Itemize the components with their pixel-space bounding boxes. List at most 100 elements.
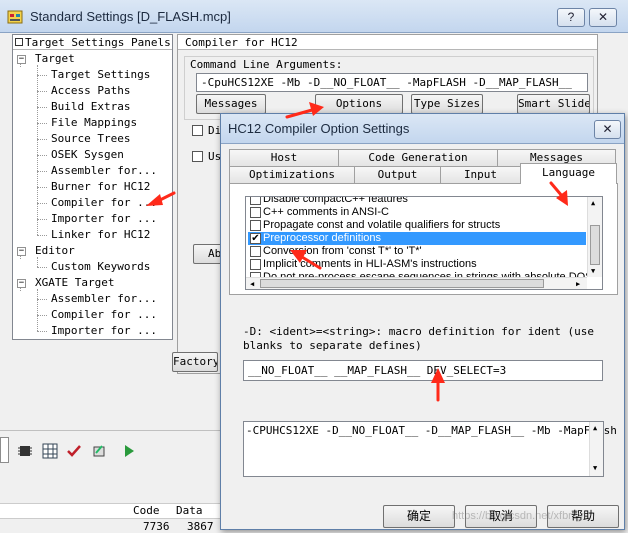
disable-checkbox[interactable] — [192, 125, 203, 136]
project-tab-left — [0, 437, 9, 463]
option-row[interactable]: Conversion from 'const T*' to 'T*' — [248, 245, 586, 258]
target-settings-tree[interactable]: Target Settings Panels − Target Target Set… — [12, 34, 173, 340]
tab-output-label: Output — [377, 168, 418, 181]
option-label: Conversion from 'const T*' to 'T*' — [263, 245, 422, 257]
tab-input[interactable]: Input — [440, 166, 521, 183]
tree-item[interactable]: Compiler for ... — [51, 195, 157, 211]
use-checkbox[interactable] — [192, 151, 203, 162]
tree-item[interactable]: Custom Keywords — [51, 259, 150, 275]
dialog-cmdline-text: -CPUHCS12XE -D__NO_FLOAT__ -D__MAP_FLASH… — [246, 424, 617, 437]
cmdline-label: Command Line Arguments: — [190, 58, 343, 71]
ok-button[interactable]: 确定 — [383, 505, 455, 528]
tab-output[interactable]: Output — [354, 166, 441, 183]
type-sizes-button[interactable]: Type Sizes — [411, 94, 483, 114]
option-row[interactable]: Propagate const and volatile qualifiers … — [248, 219, 586, 232]
tree-item[interactable]: Source Trees — [51, 131, 130, 147]
cmdline-field[interactable]: -CpuHCS12XE -Mb -D__NO_FLOAT__ -MapFLASH… — [196, 73, 588, 92]
main-window-title: Standard Settings [D_FLASH.mcp] — [30, 9, 231, 24]
debug-icon[interactable] — [92, 443, 108, 459]
tree-expander-icon[interactable]: − — [17, 279, 26, 288]
option-checkbox[interactable] — [250, 259, 261, 270]
tree-group-label: Editor — [35, 244, 75, 257]
option-row[interactable]: Implicit comments in HLI-ASM's instructi… — [248, 258, 586, 271]
tree-connector — [37, 187, 47, 188]
grid-icon[interactable] — [42, 443, 58, 459]
tree-item[interactable]: Target Settings — [51, 67, 150, 83]
vertical-scrollbar[interactable]: ▲ ▼ — [587, 197, 602, 277]
chip-icon[interactable] — [17, 443, 33, 459]
option-row[interactable]: C++ comments in ANSI-C — [248, 206, 586, 219]
smart-sliders-button[interactable]: Smart Sliders — [517, 94, 590, 114]
tree-item[interactable]: Assembler for... — [51, 291, 157, 307]
tab-input-label: Input — [463, 168, 498, 181]
defines-input[interactable]: __NO_FLOAT__ __MAP_FLASH__ DEV_SELECT=3 — [243, 360, 603, 381]
tree-item[interactable]: File Mappings — [51, 115, 137, 131]
dialog-title: HC12 Compiler Option Settings — [228, 121, 410, 136]
scroll-up-arrow[interactable]: ▲ — [591, 199, 595, 207]
main-window-titlebar: Standard Settings [D_FLASH.mcp] ? ✕ — [0, 0, 628, 33]
tree-connector — [37, 75, 47, 76]
check-icon[interactable] — [66, 443, 82, 459]
factory-settings-button[interactable]: Factory — [172, 352, 218, 372]
cmdline-scrollbar[interactable]: ▲ ▼ — [589, 422, 603, 476]
tree-item[interactable]: Importer for ... — [51, 323, 157, 339]
options-button[interactable]: Options — [315, 94, 403, 114]
tab-code-generation-label: Code Generation — [368, 151, 468, 164]
tree-expander-icon[interactable]: − — [17, 247, 26, 256]
tree-item[interactable]: Compiler for ... — [51, 307, 157, 323]
tree-item[interactable]: Burner for HC12 — [51, 179, 150, 195]
language-options-list[interactable]: Disable compactC++ features C++ comments … — [245, 196, 603, 290]
tree-item[interactable]: Build Extras — [51, 99, 130, 115]
col-data-value: 3867 — [187, 520, 214, 533]
option-label: Implicit comments in HLI-ASM's instructi… — [263, 258, 477, 270]
tree-item[interactable]: Linker for HC12 — [51, 227, 150, 243]
option-label: Propagate const and volatile qualifiers … — [263, 219, 501, 231]
cmdline-scroll-down[interactable]: ▼ — [593, 464, 597, 472]
tree-item[interactable]: OSEK Sysgen — [51, 147, 124, 163]
tree-header-box — [15, 38, 23, 46]
tab-host[interactable]: Host — [229, 149, 339, 166]
horizontal-scrollbar[interactable]: ◀ ▶ — [246, 277, 587, 289]
option-checkbox[interactable]: ✔ — [250, 233, 261, 244]
tab-language[interactable]: Language — [520, 163, 617, 184]
tree-header: Target Settings Panels — [13, 35, 172, 50]
tree-connector — [37, 315, 47, 316]
option-checkbox[interactable] — [250, 197, 261, 205]
scroll-thumb[interactable] — [590, 225, 600, 265]
tree-item[interactable]: Access Paths — [51, 83, 130, 99]
scroll-down-arrow[interactable]: ▼ — [591, 267, 595, 275]
tree-connector — [37, 331, 47, 332]
close-button[interactable]: ✕ — [589, 8, 617, 27]
h-scroll-thumb[interactable] — [260, 279, 544, 288]
tab-code-generation[interactable]: Code Generation — [338, 149, 498, 166]
tree-connector — [37, 139, 47, 140]
messages-button[interactable]: Messages — [196, 94, 266, 114]
option-label: Disable compactC++ features — [263, 197, 408, 205]
run-icon[interactable] — [121, 443, 137, 459]
tab-optimizations[interactable]: Optimizations — [229, 166, 355, 183]
tree-expander-icon[interactable]: − — [17, 55, 26, 64]
dialog-close-button[interactable]: ✕ — [594, 120, 621, 139]
tree-item[interactable]: Importer for ... — [51, 211, 157, 227]
option-description: -D: <ident>=<string>: macro definition f… — [243, 325, 594, 352]
option-row[interactable]: Disable compactC++ features — [248, 197, 586, 206]
scroll-right-arrow[interactable]: ▶ — [576, 279, 580, 289]
col-data-header: Data — [176, 504, 203, 517]
tree-group-label: Target — [35, 52, 75, 65]
tree-header-label: Target Settings Panels — [25, 36, 171, 49]
option-checkbox[interactable] — [250, 220, 261, 231]
tab-host-label: Host — [270, 151, 298, 164]
option-checkbox[interactable] — [250, 246, 261, 257]
option-label: C++ comments in ANSI-C — [263, 206, 389, 218]
option-checkbox[interactable] — [250, 207, 261, 218]
tree-connector — [37, 257, 38, 267]
tree-connector — [37, 171, 47, 172]
help-button[interactable]: ? — [557, 8, 585, 27]
dialog-cmdline-output[interactable]: -CPUHCS12XE -D__NO_FLOAT__ -D__MAP_FLASH… — [243, 421, 617, 477]
dialog-titlebar: HC12 Compiler Option Settings ✕ — [221, 114, 624, 144]
option-row[interactable]: ✔ Preprocessor definitions — [248, 232, 586, 245]
scroll-left-arrow[interactable]: ◀ — [250, 279, 254, 289]
cmdline-scroll-up[interactable]: ▲ — [593, 424, 597, 432]
tree-item[interactable]: Assembler for... — [51, 163, 157, 179]
tree-connector — [37, 107, 47, 108]
